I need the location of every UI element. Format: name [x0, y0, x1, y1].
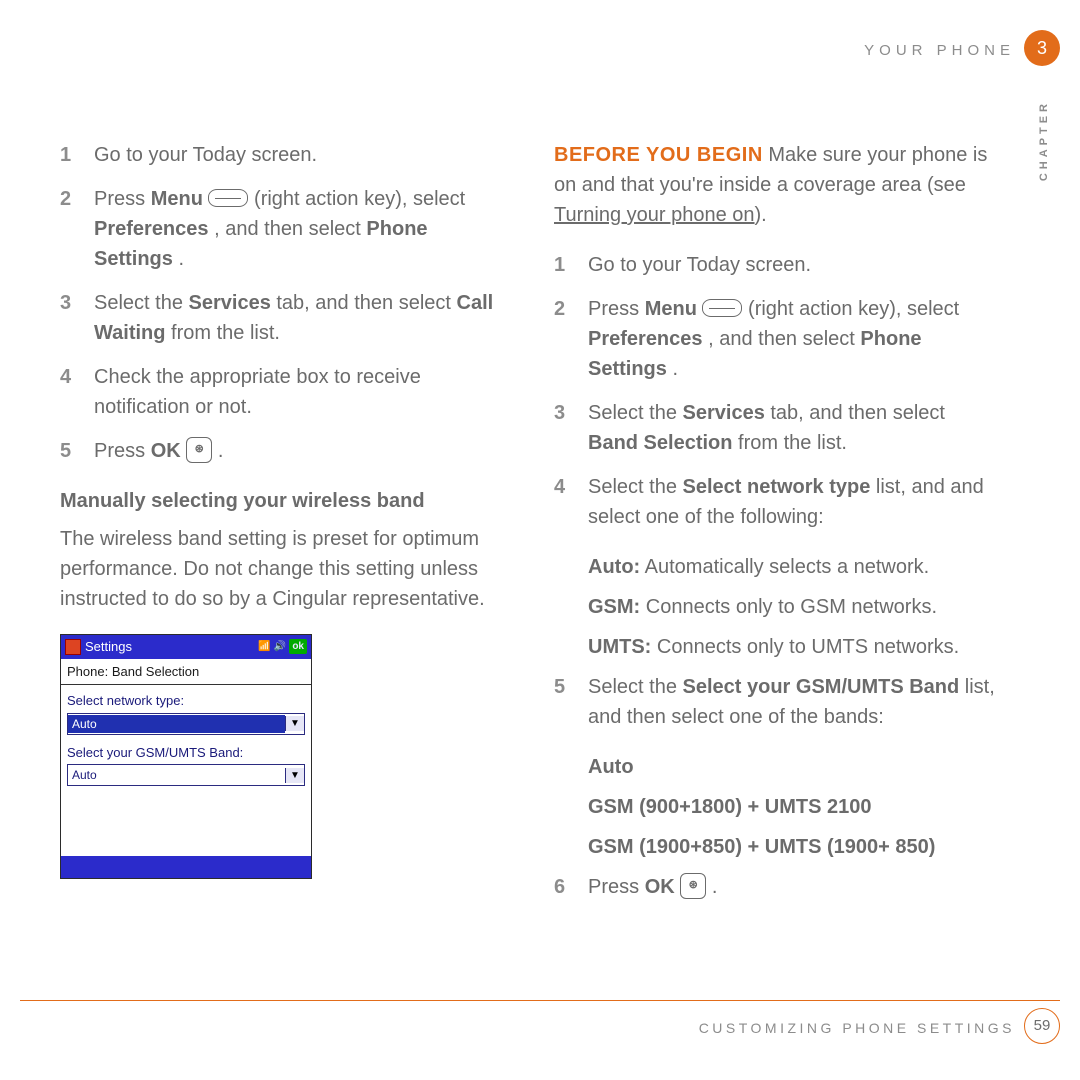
- select-value: Auto: [68, 766, 285, 784]
- turning-phone-on-link[interactable]: Turning your phone on: [554, 204, 755, 226]
- chapter-sidebar-label: CHAPTER: [1036, 100, 1053, 181]
- dropdown-arrow-icon[interactable]: ▼: [285, 716, 304, 731]
- ss-breadcrumb: Phone: Band Selection: [61, 659, 311, 686]
- left-column: 1 Go to your Today screen. 2 Press Menu …: [60, 140, 506, 922]
- band-selection-screenshot: Settings 📶 🔊 ok Phone: Band Selection Se…: [60, 634, 312, 879]
- accent-label: BEFORE YOU BEGIN: [554, 144, 763, 166]
- step-text: Select the Select your GSM/UMTS Band lis…: [588, 672, 1000, 732]
- step-number: 3: [554, 398, 588, 458]
- step-text: Check the appropriate box to receive not…: [94, 362, 506, 422]
- menu-key-icon: [208, 189, 248, 207]
- step-text: Select the Services tab, and then select…: [94, 288, 506, 348]
- ss-bottom-bar: [61, 856, 311, 878]
- ss-ok-button[interactable]: ok: [289, 639, 307, 654]
- step-text: Select the Services tab, and then select…: [588, 398, 1000, 458]
- right-steps-end: 6 Press OK ⊛ .: [554, 872, 1000, 902]
- step-text: Press Menu (right action key), select Pr…: [588, 294, 1000, 384]
- left-steps: 1 Go to your Today screen. 2 Press Menu …: [60, 140, 506, 466]
- running-foot: CUSTOMIZING PHONE SETTINGS: [699, 1018, 1015, 1039]
- step-text: Press OK ⊛ .: [588, 872, 1000, 902]
- page-number-badge: 59: [1024, 1008, 1060, 1044]
- ok-key-icon: ⊛: [186, 437, 212, 463]
- option-gsm: GSM: Connects only to GSM networks.: [554, 592, 1000, 622]
- body-paragraph: The wireless band setting is preset for …: [60, 524, 506, 614]
- chapter-number-badge: 3: [1024, 30, 1060, 66]
- footer-rule: [20, 1000, 1060, 1001]
- running-head: YOUR PHONE: [864, 40, 1015, 63]
- step-number: 4: [60, 362, 94, 422]
- step-number: 1: [554, 250, 588, 280]
- step-number: 2: [60, 184, 94, 274]
- menu-key-icon: [702, 299, 742, 317]
- option-auto: Auto: Automatically selects a network.: [554, 552, 1000, 582]
- dropdown-arrow-icon[interactable]: ▼: [285, 768, 304, 783]
- signal-icon: 📶: [258, 639, 270, 654]
- right-steps: 1 Go to your Today screen. 2 Press Menu …: [554, 250, 1000, 532]
- band-option-gsm900: GSM (900+1800) + UMTS 2100: [554, 792, 1000, 822]
- right-column: BEFORE YOU BEGIN Make sure your phone is…: [554, 140, 1000, 922]
- ss-field-label: Select your GSM/UMTS Band:: [67, 743, 305, 763]
- gsm-umts-band-select[interactable]: Auto ▼: [67, 764, 305, 786]
- step-number: 6: [554, 872, 588, 902]
- step-text: Go to your Today screen.: [588, 250, 1000, 280]
- volume-icon: 🔊: [274, 639, 286, 654]
- select-value: Auto: [68, 715, 285, 733]
- step-number: 4: [554, 472, 588, 532]
- ss-field-label: Select network type:: [67, 691, 305, 711]
- option-umts: UMTS: Connects only to UMTS networks.: [554, 632, 1000, 662]
- right-steps-cont: 5 Select the Select your GSM/UMTS Band l…: [554, 672, 1000, 732]
- step-text: Go to your Today screen.: [94, 140, 506, 170]
- band-option-gsm1900: GSM (1900+850) + UMTS (1900+ 850): [554, 832, 1000, 862]
- band-option-auto: Auto: [554, 752, 1000, 782]
- manual-page: YOUR PHONE 3 CHAPTER 1 Go to your Today …: [0, 0, 1080, 1080]
- step-number: 2: [554, 294, 588, 384]
- step-number: 3: [60, 288, 94, 348]
- step-number: 1: [60, 140, 94, 170]
- step-number: 5: [60, 436, 94, 466]
- ss-titlebar: Settings 📶 🔊 ok: [61, 635, 311, 659]
- network-type-select[interactable]: Auto ▼: [67, 713, 305, 735]
- subsection-heading: Manually selecting your wireless band: [60, 486, 506, 516]
- before-you-begin-note: BEFORE YOU BEGIN Make sure your phone is…: [554, 140, 1000, 230]
- step-text: Press OK ⊛ .: [94, 436, 506, 466]
- step-text: Select the Select network type list, and…: [588, 472, 1000, 532]
- ss-window-title: Settings: [85, 637, 132, 657]
- ok-key-icon: ⊛: [680, 873, 706, 899]
- step-number: 5: [554, 672, 588, 732]
- start-flag-icon: [65, 639, 81, 655]
- step-text: Press Menu (right action key), select Pr…: [94, 184, 506, 274]
